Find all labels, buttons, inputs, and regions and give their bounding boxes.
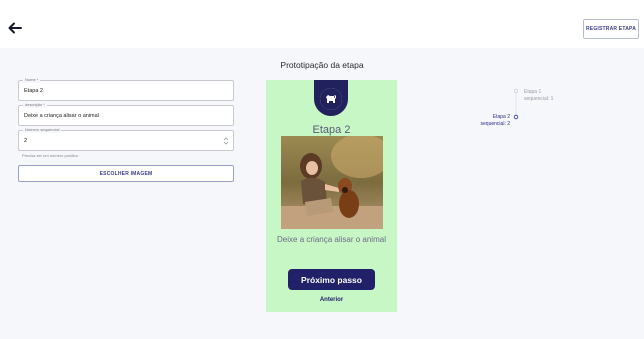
preview-step-title: Etapa 2 [312,124,351,136]
choose-image-button[interactable]: ESCOLHER IMAGEM [18,165,234,182]
description-field-value: Deixe a criança alisar o animal [24,113,99,119]
section-title: Prototipação da etapa [280,60,364,70]
sequence-number-value: 2 [24,138,28,144]
step-preview-card: Etapa 2 Deixe a criança alisar o animal … [266,80,397,312]
description-field-label: descrição * [23,102,47,108]
name-field-label: Nome * [23,77,41,83]
register-step-button[interactable]: REGISTRAR ETAPA [583,19,639,39]
description-field[interactable]: descrição * Deixe a criança alisar o ani… [18,102,234,126]
previous-link[interactable]: Anterior [266,297,397,303]
step-photo-image [281,136,383,229]
timeline-item-2-subtitle: sequencial: 2 [480,121,510,127]
timeline-item-1-subtitle: sequencial: 1 [524,96,554,102]
timeline-item-1[interactable]: Etapa 1 sequencial: 1 [524,89,553,103]
number-stepper-icon[interactable] [223,137,229,145]
sequence-number-label: Número sequencial [23,127,62,133]
sequence-helper-text: Precisa ser um número positivo [22,153,79,158]
dog-icon [320,88,342,110]
timeline-connector [513,88,519,120]
logo-tab [314,80,348,116]
preview-step-description: Deixe a criança alisar o animal [277,235,386,244]
timeline-item-2-title: Etapa 2 [492,114,510,120]
timeline-item-1-title: Etapa 1 [524,89,542,95]
timeline-item-2[interactable]: Etapa 2 sequencial: 2 [470,114,510,128]
top-bar: REGISTRAR ETAPA [0,0,644,49]
next-step-button[interactable]: Próximo passo [288,269,375,290]
back-arrow-icon[interactable] [8,21,22,35]
sequence-number-field[interactable]: Número sequencial 2 [18,127,234,151]
name-field[interactable]: Nome * Etapa 2 [18,77,234,101]
name-field-value: Etapa 2 [24,88,43,94]
